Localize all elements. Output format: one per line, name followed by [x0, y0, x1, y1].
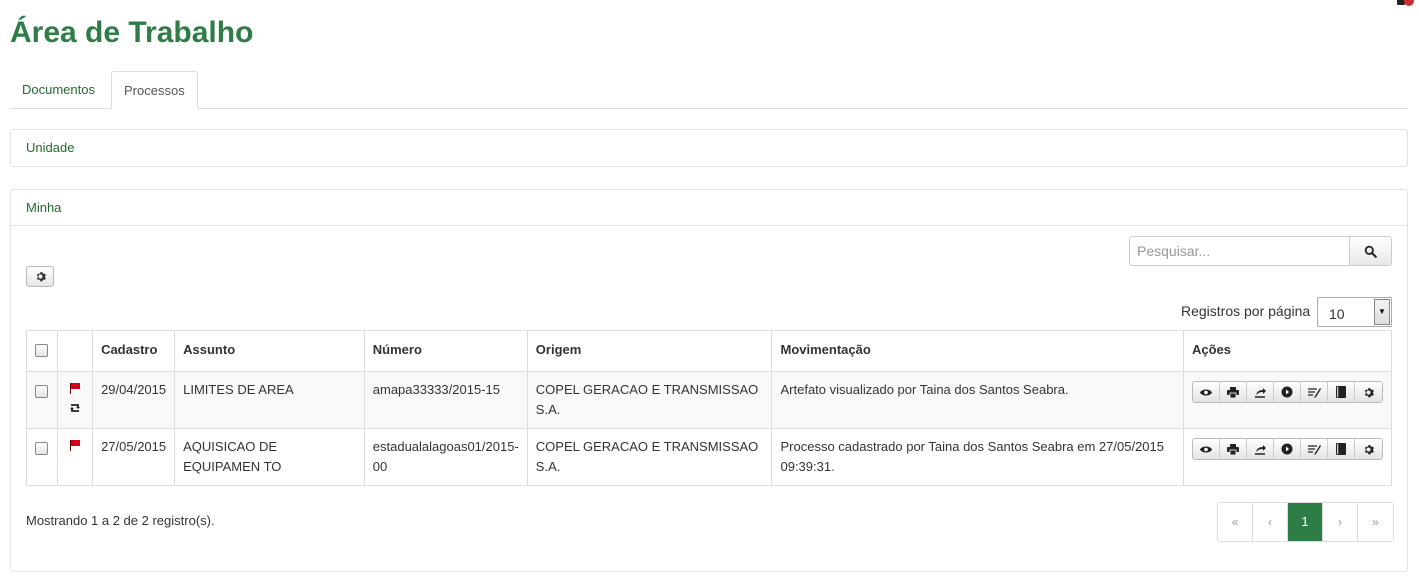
processes-table: Cadastro Assunto Número Origem Movimenta…	[26, 330, 1392, 486]
search-group	[1129, 236, 1392, 266]
play-icon	[1281, 386, 1293, 398]
eye-icon	[1200, 446, 1212, 452]
gear-icon	[36, 272, 46, 282]
panel-unidade: Unidade	[10, 129, 1408, 167]
tab-documentos[interactable]: Documentos	[10, 71, 107, 109]
search-icon	[1364, 245, 1377, 258]
play-button[interactable]	[1274, 382, 1301, 402]
notification-bell-icon[interactable]	[1394, 0, 1416, 12]
book-button[interactable]	[1328, 382, 1355, 402]
panel-minha-header[interactable]: Minha	[11, 190, 1407, 226]
page-title: Área de Trabalho	[10, 16, 254, 49]
records-summary: Mostrando 1 a 2 de 2 registro(s).	[26, 513, 215, 528]
cell-acoes	[1183, 371, 1392, 429]
forward-icon	[1255, 387, 1266, 398]
settings-button[interactable]	[1355, 382, 1382, 402]
table-header-row: Cadastro Assunto Número Origem Movimenta…	[26, 330, 1392, 372]
panel-minha: Minha Registros por página 10 ▼ Cadastro…	[10, 189, 1408, 572]
forward-icon	[1255, 444, 1266, 455]
sign-button[interactable]	[1301, 439, 1328, 459]
header-assunto[interactable]: Assunto	[174, 330, 365, 372]
cell-assunto: LIMITES DE AREA	[174, 371, 365, 429]
search-button[interactable]	[1349, 236, 1392, 266]
notification-badge	[1404, 0, 1414, 6]
sign-button[interactable]	[1301, 382, 1328, 402]
table-row[interactable]: 29/04/2015 LIMITES DE AREA amapa33333/20…	[26, 371, 1392, 429]
pagination-page-1[interactable]: 1	[1288, 503, 1323, 541]
book-icon	[1336, 386, 1346, 398]
play-icon	[1281, 443, 1293, 455]
pagination-next[interactable]: ›	[1323, 503, 1358, 541]
row-status-cell	[56, 371, 94, 429]
per-page-select[interactable]: 10 ▼	[1317, 297, 1392, 327]
flag-header	[56, 330, 94, 372]
cell-numero: amapa33333/2015-15	[363, 371, 528, 429]
flag-icon	[69, 382, 81, 394]
row-select-cell	[26, 428, 58, 486]
row-checkbox[interactable]	[35, 442, 49, 455]
cell-assunto: AQUISICAO DE EQUIPAMEN TO	[174, 428, 365, 486]
row-checkbox[interactable]	[35, 385, 49, 398]
print-icon	[1227, 443, 1239, 455]
panel-unidade-header[interactable]: Unidade	[11, 130, 1407, 166]
table-row[interactable]: 27/05/2015 AQUISICAO DE EQUIPAMEN TO est…	[26, 428, 1392, 486]
chevron-down-icon: ▼	[1374, 299, 1390, 325]
cell-origem: COPEL GERACAO E TRANSMISSAO S.A.	[526, 371, 773, 429]
print-icon	[1227, 386, 1239, 398]
per-page-value: 10	[1329, 306, 1345, 322]
header-acoes: Ações	[1183, 330, 1392, 372]
pagination-prev[interactable]: ‹	[1253, 503, 1288, 541]
forward-button[interactable]	[1247, 382, 1274, 402]
retweet-icon	[69, 404, 80, 412]
cell-cadastro: 29/04/2015	[92, 371, 176, 429]
sign-icon	[1307, 387, 1321, 398]
gear-icon	[1364, 444, 1374, 454]
book-icon	[1336, 443, 1346, 455]
header-cadastro[interactable]: Cadastro	[92, 330, 176, 372]
cell-numero: estadualalagoas01/2015-00	[363, 428, 528, 486]
row-status-cell	[56, 428, 94, 486]
view-button[interactable]	[1193, 439, 1220, 459]
tab-bar: Documentos Processos	[10, 71, 1408, 109]
eye-icon	[1200, 389, 1212, 395]
row-actions	[1192, 438, 1383, 460]
settings-button[interactable]	[1355, 439, 1382, 459]
column-settings-button[interactable]	[26, 266, 54, 287]
cell-cadastro: 27/05/2015	[92, 428, 176, 486]
flag-icon	[69, 439, 81, 451]
cell-movimentacao: Artefato visualizado por Taina dos Santo…	[771, 371, 1184, 429]
tab-processos[interactable]: Processos	[111, 71, 198, 109]
print-button[interactable]	[1220, 439, 1247, 459]
view-button[interactable]	[1193, 382, 1220, 402]
pagination: « ‹ 1 › »	[1217, 502, 1394, 542]
header-origem[interactable]: Origem	[526, 330, 773, 372]
search-input[interactable]	[1129, 236, 1350, 266]
cell-movimentacao: Processo cadastrado por Taina dos Santos…	[771, 428, 1184, 486]
per-page-label: Registros por página	[1181, 303, 1311, 319]
pagination-first[interactable]: «	[1218, 503, 1253, 541]
select-all-cell	[26, 330, 58, 372]
select-all-checkbox[interactable]	[35, 344, 49, 357]
cell-origem: COPEL GERACAO E TRANSMISSAO S.A.	[526, 428, 773, 486]
gear-icon	[1364, 387, 1374, 397]
header-movimentacao[interactable]: Movimentação	[771, 330, 1184, 372]
header-numero[interactable]: Número	[363, 330, 528, 372]
pagination-last[interactable]: »	[1358, 503, 1393, 541]
row-select-cell	[26, 371, 58, 429]
row-actions	[1192, 381, 1383, 403]
play-button[interactable]	[1274, 439, 1301, 459]
print-button[interactable]	[1220, 382, 1247, 402]
book-button[interactable]	[1328, 439, 1355, 459]
cell-acoes	[1183, 428, 1392, 486]
sign-icon	[1307, 444, 1321, 455]
forward-button[interactable]	[1247, 439, 1274, 459]
